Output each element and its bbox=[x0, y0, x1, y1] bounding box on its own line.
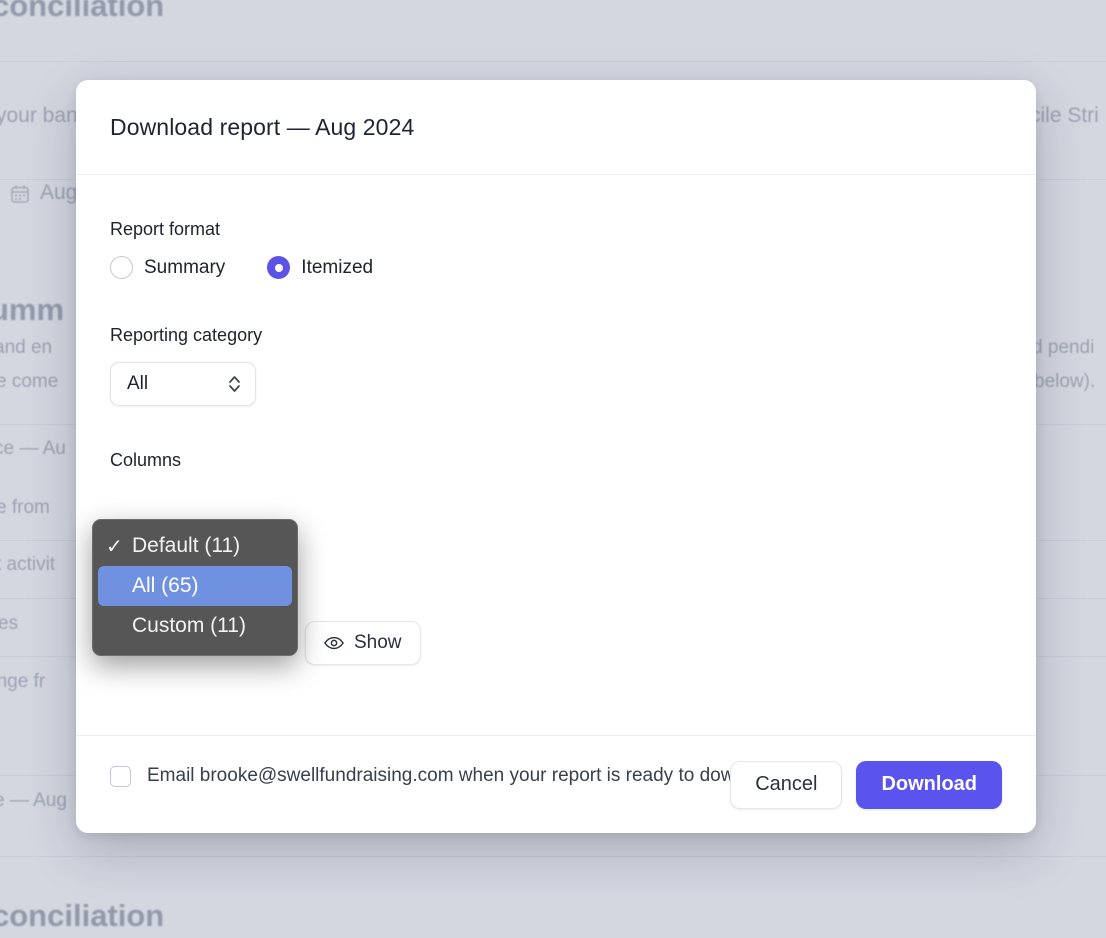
bg-bank-text: your ban bbox=[0, 104, 78, 127]
dialog-footer: Cancel Download bbox=[76, 735, 1036, 833]
report-format-label: Report format bbox=[110, 219, 221, 239]
bg-row-change: ange fr bbox=[0, 671, 46, 692]
reporting-category-value: All bbox=[127, 373, 149, 394]
show-columns-button[interactable]: Show bbox=[305, 621, 421, 665]
bg-line-below: below). bbox=[1034, 371, 1096, 392]
download-button[interactable]: Download bbox=[856, 760, 1002, 809]
menu-item-custom-label: Custom (11) bbox=[132, 614, 246, 637]
bg-page-title-bottom: conciliation bbox=[0, 898, 165, 933]
columns-popup-menu[interactable]: ✓ Default (11) All (65) Custom (11) bbox=[92, 519, 298, 656]
bg-date-chip: Aug bbox=[40, 181, 78, 204]
show-columns-label: Show bbox=[354, 632, 402, 653]
radio-option-summary[interactable]: Summary bbox=[110, 256, 225, 279]
menu-item-all-label: All (65) bbox=[132, 574, 199, 597]
bg-page-title-top: conciliation bbox=[0, 0, 165, 23]
radio-summary-label: Summary bbox=[144, 256, 226, 278]
radio-summary-indicator[interactable] bbox=[110, 256, 133, 279]
bg-row-from: e from bbox=[0, 497, 50, 518]
chevron-up-down-icon bbox=[229, 376, 240, 392]
reporting-category-select[interactable]: All bbox=[110, 362, 256, 406]
radio-itemized-indicator[interactable] bbox=[267, 256, 291, 279]
bg-row-aug: e — Aug bbox=[0, 790, 67, 811]
check-icon: ✓ bbox=[106, 535, 123, 558]
cancel-button[interactable]: Cancel bbox=[730, 760, 843, 809]
eye-icon bbox=[324, 636, 344, 650]
menu-item-all[interactable]: All (65) bbox=[98, 566, 292, 606]
bg-summary-heading: umm bbox=[0, 292, 65, 327]
reporting-category-label: Reporting category bbox=[110, 325, 263, 345]
columns-label: Columns bbox=[110, 450, 182, 470]
radio-itemized-label: Itemized bbox=[301, 256, 374, 278]
report-format-radio-group: Summary Itemized bbox=[110, 256, 1002, 279]
bg-line-and-en: and en bbox=[0, 337, 53, 358]
bg-band-footer bbox=[0, 856, 1106, 938]
dialog-title: Download report — Aug 2024 bbox=[110, 113, 415, 140]
dialog-header: Download report — Aug 2024 bbox=[76, 80, 1036, 175]
bg-line-pending: d pendi bbox=[1032, 337, 1095, 358]
download-report-dialog: Download report — Aug 2024 Report format… bbox=[76, 80, 1036, 833]
bg-line-come: e come bbox=[0, 371, 59, 392]
menu-item-custom[interactable]: Custom (11) bbox=[98, 606, 292, 646]
bg-stripe-text: cile Stri bbox=[1030, 104, 1099, 127]
radio-option-itemized[interactable]: Itemized bbox=[267, 256, 373, 279]
menu-item-default[interactable]: ✓ Default (11) bbox=[98, 526, 292, 566]
calendar-icon bbox=[11, 185, 29, 203]
bg-row-balance: ce — Au bbox=[0, 438, 66, 459]
bg-row-activity: t activit bbox=[0, 554, 56, 575]
menu-item-default-label: Default (11) bbox=[132, 534, 241, 557]
bg-row-es: es bbox=[0, 613, 19, 634]
